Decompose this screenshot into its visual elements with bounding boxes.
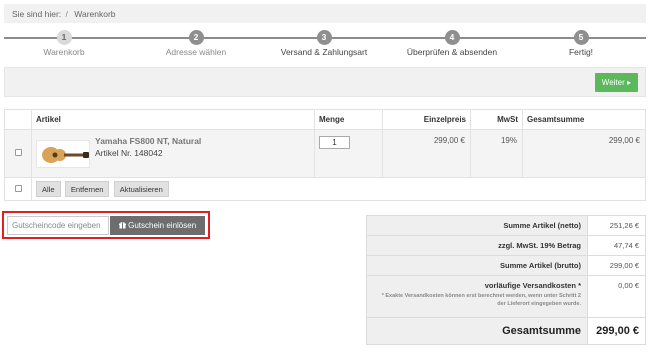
step-label: Überprüfen & absenden [406, 47, 498, 57]
cart-header-row: Artikel Menge Einzelpreis MwSt Gesamtsum… [4, 109, 646, 130]
gross-total-value: 299,00 € [587, 255, 646, 276]
column-header-gesamtsumme: Gesamtsumme [522, 109, 646, 130]
step-number: 4 [444, 30, 460, 45]
net-total-label: Summe Artikel (netto) [366, 215, 588, 236]
step-label: Versand & Zahlungsart [280, 47, 368, 57]
totals-row-shipping: vorläufige Versandkosten * * Exakte Vers… [366, 275, 646, 318]
vat-value: 47,74 € [587, 235, 646, 256]
step-label: Fertig! [568, 47, 594, 57]
step-versand[interactable]: 3 Versand & Zahlungsart [264, 27, 384, 57]
step-label: Adresse wählen [165, 47, 227, 57]
action-bar: Weiter ▸ [4, 67, 646, 97]
row-total: 299,00 € [522, 129, 646, 178]
select-all-button[interactable]: Alle [36, 181, 61, 197]
update-button[interactable]: Aktualisieren [113, 181, 169, 197]
table-row: Yamaha FS800 NT, Natural Artikel Nr. 148… [4, 129, 646, 178]
step-adresse[interactable]: 2 Adresse wählen [136, 27, 256, 57]
step-label: Warenkorb [43, 47, 85, 57]
product-cell: Yamaha FS800 NT, Natural Artikel Nr. 148… [31, 129, 315, 178]
column-header-menge: Menge [314, 109, 383, 130]
select-all-checkbox[interactable] [14, 185, 22, 192]
step-warenkorb[interactable]: 1 Warenkorb [4, 27, 124, 57]
column-header-mwst: MwSt [470, 109, 523, 130]
item-checkbox[interactable] [14, 149, 22, 156]
column-header-artikel: Artikel [31, 109, 315, 130]
net-total-value: 251,26 € [587, 215, 646, 236]
quantity-input[interactable]: 1 [319, 136, 350, 149]
totals-table: Summe Artikel (netto) 251,26 € zzgl. MwS… [366, 215, 646, 345]
totals-row-net: Summe Artikel (netto) 251,26 € [366, 215, 646, 236]
breadcrumb-current[interactable]: Warenkorb [74, 9, 115, 19]
column-header-einzelpreis: Einzelpreis [382, 109, 471, 130]
article-number: Artikel Nr. 148042 [95, 148, 163, 158]
step-number: 5 [573, 30, 589, 45]
breadcrumb-prefix: Sie sind hier: [12, 9, 62, 19]
step-number: 1 [56, 30, 72, 45]
next-button[interactable]: Weiter ▸ [594, 73, 638, 92]
vat-rate: 19% [470, 129, 523, 178]
shipping-note: * Exakte Versandkosten können erst berec… [381, 293, 581, 307]
totals-row-vat: zzgl. MwSt. 19% Betrag 47,74 € [366, 235, 646, 256]
checkout-stepper: 1 Warenkorb 2 Adresse wählen 3 Versand &… [4, 27, 646, 61]
select-all-cell [4, 177, 32, 201]
voucher-code-input[interactable]: Gutscheincode eingeben [7, 216, 109, 235]
vat-label: zzgl. MwSt. 19% Betrag [366, 235, 588, 256]
shipping-value: 0,00 € [587, 275, 646, 318]
cart-table: Artikel Menge Einzelpreis MwSt Gesamtsum… [4, 109, 646, 201]
unit-price: 299,00 € [382, 129, 471, 178]
product-image[interactable] [36, 140, 90, 168]
redeem-voucher-label: Gutschein einlösen [128, 221, 197, 230]
step-fertig[interactable]: 5 Fertig! [521, 27, 641, 57]
remove-button[interactable]: Entfernen [64, 181, 110, 197]
grand-total-value: 299,00 € [587, 317, 646, 345]
grand-total-label: Gesamtsumme [366, 317, 588, 345]
totals-row-gross: Summe Artikel (brutto) 299,00 € [366, 255, 646, 276]
guitar-icon [42, 147, 89, 163]
shipping-label: vorläufige Versandkosten * [484, 281, 581, 290]
breadcrumb-separator: / [65, 9, 68, 19]
totals-row-grand: Gesamtsumme 299,00 € [366, 317, 646, 345]
quantity-cell: 1 [314, 129, 383, 178]
voucher-form: Gutscheincode eingeben Gutschein einlöse… [2, 211, 210, 239]
step-number: 3 [316, 30, 332, 45]
gift-icon [118, 221, 126, 228]
select-column-header [4, 109, 32, 130]
shipping-cell: vorläufige Versandkosten * * Exakte Vers… [366, 275, 588, 318]
redeem-voucher-button[interactable]: Gutschein einlösen [110, 216, 205, 235]
gross-total-label: Summe Artikel (brutto) [366, 255, 588, 276]
step-ueberpruefen[interactable]: 4 Überprüfen & absenden [392, 27, 512, 57]
cart-actions: Alle Entfernen Aktualisieren [31, 177, 646, 201]
product-name-link[interactable]: Yamaha FS800 NT, Natural [95, 136, 201, 146]
breadcrumb: Sie sind hier: / Warenkorb [4, 4, 646, 23]
select-cell [4, 129, 32, 178]
step-number: 2 [188, 30, 204, 45]
cart-footer-row: Alle Entfernen Aktualisieren [4, 177, 646, 201]
